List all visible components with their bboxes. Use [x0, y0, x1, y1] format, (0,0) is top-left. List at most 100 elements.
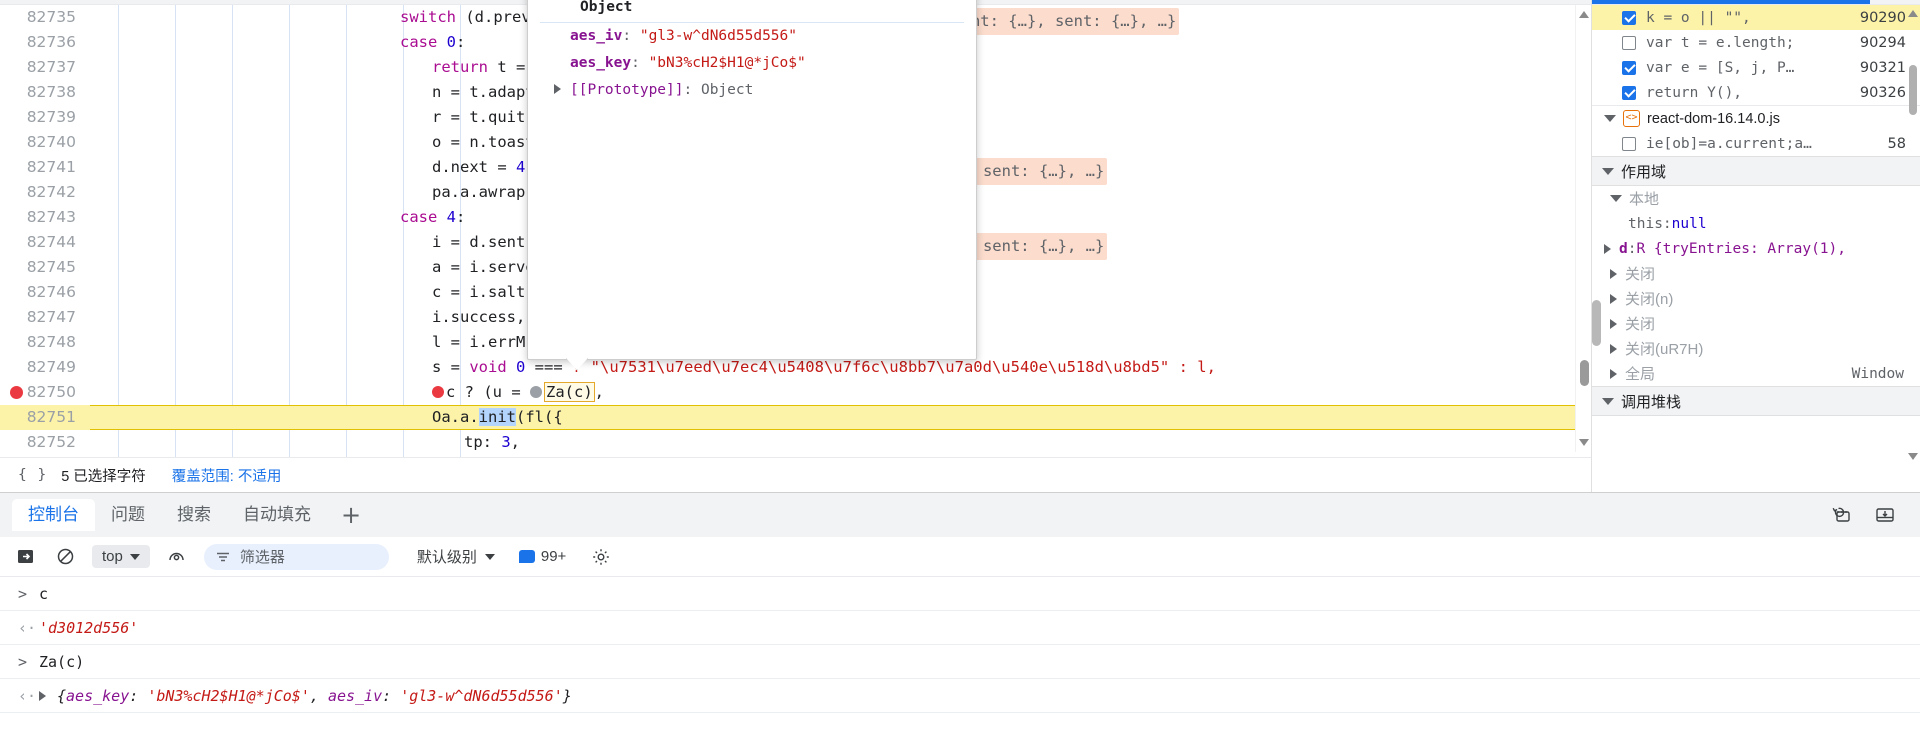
- sidebar-scrollbar[interactable]: [1906, 5, 1920, 492]
- editor-scrollbar-thumb[interactable]: [1580, 360, 1589, 386]
- line-number[interactable]: 82745: [0, 255, 90, 280]
- popup-prototype-row[interactable]: [[Prototype]]: Object: [528, 77, 976, 104]
- breakpoint-label: return Y(),: [1646, 84, 1743, 101]
- code-token: i = d.sent,: [432, 233, 535, 251]
- chevron-right-icon[interactable]: [1610, 368, 1617, 379]
- editor-scrollbar[interactable]: [1575, 5, 1591, 452]
- breakpoint-row[interactable]: var e = [S, j, P… 90321: [1592, 55, 1920, 80]
- chevron-down-icon[interactable]: [1602, 397, 1614, 405]
- scope-property-this[interactable]: this: null: [1592, 211, 1920, 236]
- breakpoint-checkbox[interactable]: [1622, 85, 1636, 100]
- chevron-right-icon[interactable]: [1610, 293, 1617, 304]
- selected-text[interactable]: init: [478, 408, 516, 426]
- add-tab-button[interactable]: +: [327, 503, 375, 527]
- expand-triangle-icon[interactable]: [39, 690, 46, 701]
- chevron-right-icon[interactable]: [1610, 268, 1617, 279]
- tab-autofill[interactable]: 自动填充: [227, 499, 327, 531]
- hovered-token[interactable]: Za(c): [544, 382, 595, 402]
- console-input-row[interactable]: > c: [0, 577, 1920, 611]
- tab-search[interactable]: 搜索: [161, 499, 227, 531]
- scroll-down-arrow-icon[interactable]: [1579, 439, 1589, 446]
- dock-bottom-icon[interactable]: [1874, 505, 1896, 525]
- restore-drawer-icon[interactable]: [1830, 505, 1852, 525]
- breakpoint-checkbox[interactable]: [1622, 35, 1636, 50]
- log-level-select[interactable]: 默认级别: [417, 546, 495, 567]
- inline-breakpoint-icon[interactable]: [432, 386, 444, 398]
- live-expression-icon[interactable]: [164, 544, 190, 570]
- scroll-up-arrow-icon[interactable]: [1908, 10, 1918, 17]
- scroll-up-arrow-icon[interactable]: [1579, 11, 1589, 18]
- chevron-down-icon[interactable]: [1610, 195, 1622, 202]
- scope-group-local[interactable]: 本地: [1592, 186, 1920, 211]
- line-number[interactable]: 82742: [0, 180, 90, 205]
- settings-gear-icon[interactable]: [588, 544, 614, 570]
- line-number[interactable]: 82735: [0, 5, 90, 30]
- chevron-right-icon[interactable]: [1604, 243, 1611, 254]
- inline-breakpoint-disabled-icon[interactable]: [530, 386, 542, 398]
- scroll-down-arrow-icon[interactable]: [1908, 453, 1918, 460]
- breakpoint-row[interactable]: var t = e.length; 90294: [1592, 30, 1920, 55]
- tab-console[interactable]: 控制台: [12, 499, 95, 531]
- breakpoint-marker-icon[interactable]: [10, 386, 23, 399]
- scope-group-closure-ur7h[interactable]: 关闭(uR7H): [1592, 336, 1920, 361]
- object-hover-popup[interactable]: Object aes_iv: "gl3-w^dN6d55d556" aes_ke…: [527, 0, 977, 370]
- line-number[interactable]: 82740: [0, 130, 90, 155]
- line-number[interactable]: 82747: [0, 305, 90, 330]
- message-count-badge[interactable]: 99+: [518, 548, 566, 565]
- tab-issues[interactable]: 问题: [95, 499, 161, 531]
- scope-section-header[interactable]: 作用域: [1592, 156, 1920, 186]
- popup-property-row[interactable]: aes_iv: "gl3-w^dN6d55d556": [528, 23, 976, 50]
- line-number[interactable]: 82748: [0, 330, 90, 355]
- code-text[interactable]: Oa.a.init(fl({: [90, 405, 1591, 430]
- chevron-right-icon[interactable]: [1610, 318, 1617, 329]
- code-text[interactable]: c ? (u = Za(c),: [90, 380, 1591, 405]
- chevron-right-icon[interactable]: [1610, 343, 1617, 354]
- line-number[interactable]: 82744: [0, 230, 90, 255]
- line-number[interactable]: 82749: [0, 355, 90, 380]
- console-output-row[interactable]: ‹· {aes_key: 'bN3%cH2$H1@*jCo$', aes_iv:…: [0, 679, 1920, 713]
- line-number[interactable]: 82736: [0, 30, 90, 55]
- expand-triangle-icon[interactable]: [554, 84, 561, 94]
- line-number[interactable]: 82741: [0, 155, 90, 180]
- chevron-down-icon[interactable]: [1602, 167, 1614, 175]
- breakpoint-checkbox[interactable]: [1622, 60, 1636, 75]
- code-line[interactable]: 82752 tp: 3,: [0, 430, 1591, 455]
- line-number[interactable]: 82746: [0, 280, 90, 305]
- line-number[interactable]: 82739: [0, 105, 90, 130]
- breakpoint-row[interactable]: k = o || "", 90290: [1592, 5, 1920, 30]
- callstack-section-header[interactable]: 调用堆栈: [1592, 386, 1920, 416]
- scope-group-closure[interactable]: 关闭: [1592, 261, 1920, 286]
- scope-group-closure-2[interactable]: 关闭: [1592, 311, 1920, 336]
- code-line[interactable]: 82751 Oa.a.init(fl({: [0, 405, 1591, 430]
- coverage-link[interactable]: 覆盖范围: 不适用: [172, 465, 282, 486]
- line-number[interactable]: 82751: [0, 405, 90, 430]
- execution-context-select[interactable]: top: [92, 545, 150, 568]
- object-punctuation: {: [57, 686, 67, 705]
- sidebar-scrollbar-thumb[interactable]: [1909, 65, 1917, 115]
- scope-group-global[interactable]: 全局 Window: [1592, 361, 1920, 386]
- code-text[interactable]: tp: 3,: [90, 430, 1591, 455]
- scope-group-closure-n[interactable]: 关闭(n): [1592, 286, 1920, 311]
- code-line[interactable]: 82750 c ? (u = Za(c),: [0, 380, 1591, 405]
- line-number[interactable]: 82752: [0, 430, 90, 455]
- chevron-down-icon[interactable]: [1604, 115, 1616, 122]
- object-punctuation: :: [382, 686, 401, 705]
- breakpoint-checkbox[interactable]: [1622, 136, 1636, 151]
- breakpoint-checkbox[interactable]: [1622, 10, 1636, 25]
- console-filter-input[interactable]: 筛选器: [203, 543, 389, 570]
- sidebar-left-scrollbar-thumb[interactable]: [1592, 300, 1601, 346]
- line-number[interactable]: 82737: [0, 55, 90, 80]
- result-chevron-icon: ‹·: [18, 618, 37, 637]
- line-number[interactable]: 82743: [0, 205, 90, 230]
- console-output-row[interactable]: ‹· 'd3012d556': [0, 611, 1920, 645]
- console-sidebar-icon[interactable]: [12, 544, 38, 570]
- pretty-print-icon[interactable]: { }: [18, 467, 47, 483]
- clear-console-icon[interactable]: [52, 544, 78, 570]
- breakpoint-file-group[interactable]: <> react-dom-16.14.0.js: [1592, 105, 1920, 131]
- scope-property-d[interactable]: d: R {tryEntries: Array(1),: [1592, 236, 1920, 261]
- console-input-row[interactable]: > Za(c): [0, 645, 1920, 679]
- breakpoint-row[interactable]: return Y(), 90326: [1592, 80, 1920, 105]
- line-number[interactable]: 82738: [0, 80, 90, 105]
- popup-property-row[interactable]: aes_key: "bN3%cH2$H1@*jCo$": [528, 50, 976, 77]
- breakpoint-row[interactable]: ie[ob]=a.current;a… 58: [1592, 131, 1920, 156]
